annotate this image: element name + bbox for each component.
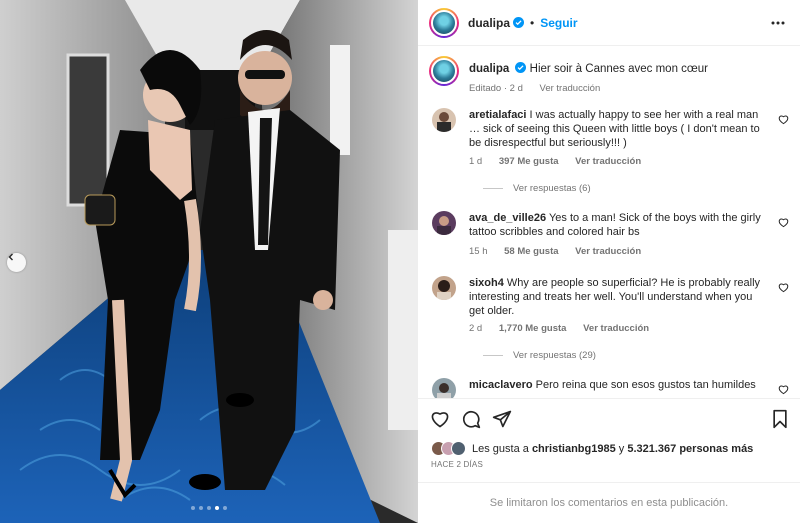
commenter-avatar[interactable] <box>432 378 456 398</box>
caption-text-block: dualipa Hier soir à Cannes avec mon cœur <box>469 62 769 77</box>
comment-like-icon[interactable] <box>778 114 789 125</box>
carousel-dot <box>223 506 227 510</box>
comment-text: Pero reina que son esos gustos tan humil… <box>535 379 756 391</box>
comment-item: sixoh4 Why are people so superficial? He… <box>429 276 789 366</box>
likes-prefix: Les gusta a <box>472 442 529 455</box>
comment-text: Why are people so superficial? He is pro… <box>469 277 761 317</box>
comment-like-icon[interactable] <box>778 282 789 293</box>
header-separator: • <box>530 15 535 30</box>
author-avatar[interactable] <box>429 7 459 38</box>
comment-username[interactable]: aretialafaci <box>469 109 526 121</box>
post-image <box>0 0 418 523</box>
comments-limited-notice: Se limitaron los comentarios en esta pub… <box>418 482 800 523</box>
view-replies-button[interactable]: Ver respuestas (29) <box>483 350 596 361</box>
view-replies-label: Ver respuestas (6) <box>513 183 591 194</box>
comment-likes[interactable]: 58 Me gusta <box>504 246 558 257</box>
comment-body: aretialafaci I was actually happy to see… <box>469 108 769 150</box>
comment-item: ava_de_ville26 Yes to a man! Sick of the… <box>429 211 789 261</box>
caption-username[interactable]: dualipa <box>469 63 509 75</box>
comment-age: 1 d <box>469 156 483 167</box>
liker-avatar <box>451 441 466 456</box>
comment-meta: 2 d 1,770 Me gusta Ver traducción <box>469 323 663 334</box>
carousel-dot <box>199 506 203 510</box>
comment-username[interactable]: ava_de_ville26 <box>469 212 546 224</box>
author-username[interactable]: dualipa <box>468 16 510 30</box>
carousel-prev-button[interactable] <box>7 253 26 272</box>
like-heart-icon[interactable] <box>430 409 450 429</box>
comments-list[interactable]: dualipa Hier soir à Cannes avec mon cœur… <box>418 46 800 398</box>
carousel-dot <box>215 506 219 510</box>
post-caption: dualipa Hier soir à Cannes avec mon cœur… <box>429 56 789 96</box>
verified-badge-icon <box>513 17 525 28</box>
post-header: dualipa • Seguir <box>418 0 800 46</box>
more-options-icon[interactable] <box>770 16 786 30</box>
save-bookmark-icon[interactable] <box>770 409 790 429</box>
comment-translate-link[interactable]: Ver traducción <box>575 156 641 167</box>
comment-translate-link[interactable]: Ver traducción <box>583 323 649 334</box>
commenter-avatar[interactable] <box>432 276 456 300</box>
comment-item: aretialafaci I was actually happy to see… <box>429 108 789 198</box>
post-timestamp: HACE 2 DÍAS <box>431 460 483 469</box>
caption-avatar[interactable] <box>429 56 459 86</box>
caption-meta: Editado · 2 d Ver traducción <box>469 83 614 94</box>
comment-age: 15 h <box>469 246 488 257</box>
comment-like-icon[interactable] <box>778 384 789 395</box>
likes-summary[interactable]: Les gusta a christianbg1985 y 5.321.367 … <box>431 441 753 456</box>
comment-body: sixoh4 Why are people so superficial? He… <box>469 276 769 318</box>
likes-text: Les gusta a christianbg1985 y 5.321.367 … <box>472 443 753 455</box>
likes-count[interactable]: 5.321.367 personas más <box>627 443 753 455</box>
verified-badge-icon <box>515 62 527 73</box>
comment-body: micaclavero Pero reina que son esos gust… <box>469 378 769 392</box>
comment-username[interactable]: sixoh4 <box>469 277 504 289</box>
commenter-avatar[interactable] <box>432 108 456 132</box>
comment-body: ava_de_ville26 Yes to a man! Sick of the… <box>469 211 769 239</box>
post-action-bar <box>418 398 800 438</box>
comment-meta: 15 h 58 Me gusta Ver traducción <box>469 246 655 257</box>
post-photo[interactable] <box>0 0 418 523</box>
comment-likes[interactable]: 1,770 Me gusta <box>499 323 567 334</box>
comment-translate-link[interactable]: Ver traducción <box>575 246 641 257</box>
likes-joiner: y <box>618 442 625 455</box>
comment-username[interactable]: micaclavero <box>469 379 533 391</box>
view-replies-button[interactable]: Ver respuestas (6) <box>483 183 591 194</box>
carousel-dot <box>207 506 211 510</box>
carousel-dot <box>191 506 195 510</box>
commenter-avatar[interactable] <box>432 211 456 235</box>
post-side-panel: dualipa • Seguir dualipa Hier soir à Can… <box>418 0 800 523</box>
share-send-icon[interactable] <box>492 409 512 429</box>
comment-item: micaclavero Pero reina que son esos gust… <box>429 378 789 398</box>
comment-likes[interactable]: 397 Me gusta <box>499 156 559 167</box>
likes-first-user[interactable]: christianbg1985 <box>532 443 616 455</box>
comment-like-icon[interactable] <box>778 217 789 228</box>
comment-bubble-icon[interactable] <box>461 409 481 429</box>
comment-age: 2 d <box>469 323 483 334</box>
caption-translate-link[interactable]: Ver traducción <box>540 83 601 94</box>
chevron-left-icon <box>8 253 13 261</box>
caption-edited: Editado · 2 d <box>469 83 523 94</box>
carousel-indicator <box>0 506 418 510</box>
caption-text: Hier soir à Cannes avec mon cœur <box>529 63 708 75</box>
view-replies-label: Ver respuestas (29) <box>513 350 596 361</box>
comment-meta: 1 d 397 Me gusta Ver traducción <box>469 156 655 167</box>
follow-button[interactable]: Seguir <box>540 16 577 30</box>
